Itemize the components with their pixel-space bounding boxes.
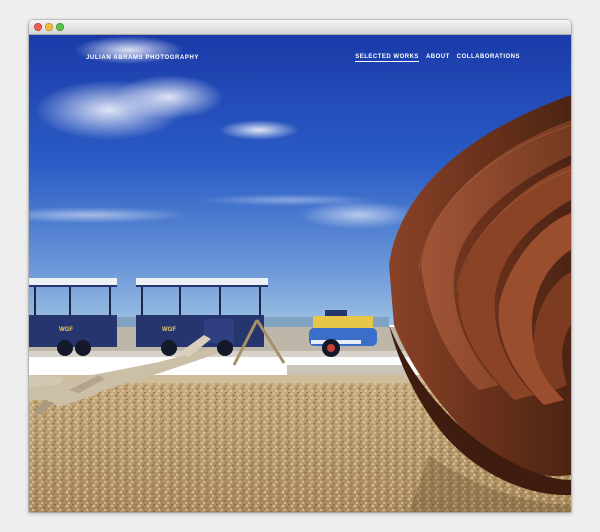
maximize-window-button[interactable] <box>56 23 64 31</box>
nav-about[interactable]: ABOUT <box>426 54 450 62</box>
nav-selected-works[interactable]: SELECTED WORKS <box>355 54 419 62</box>
minimize-window-button[interactable] <box>45 23 53 31</box>
window-titlebar <box>29 20 571 35</box>
site-logo-link[interactable]: JULIAN ABRAMS PHOTOGRAPHY <box>86 55 199 61</box>
page-viewport: WGF WGF JULIAN ABRAMS PHOTOGRAPHY SELECT… <box>29 35 571 512</box>
nav-collaborations[interactable]: COLLABORATIONS <box>457 54 520 62</box>
hero-photo: WGF WGF <box>29 35 571 512</box>
browser-window: WGF WGF JULIAN ABRAMS PHOTOGRAPHY SELECT… <box>29 20 571 512</box>
close-window-button[interactable] <box>34 23 42 31</box>
carriage-label-right: WGF <box>162 327 176 333</box>
carriage-label-left: WGF <box>59 327 73 333</box>
main-nav: SELECTED WORKS ABOUT COLLABORATIONS <box>355 54 520 62</box>
